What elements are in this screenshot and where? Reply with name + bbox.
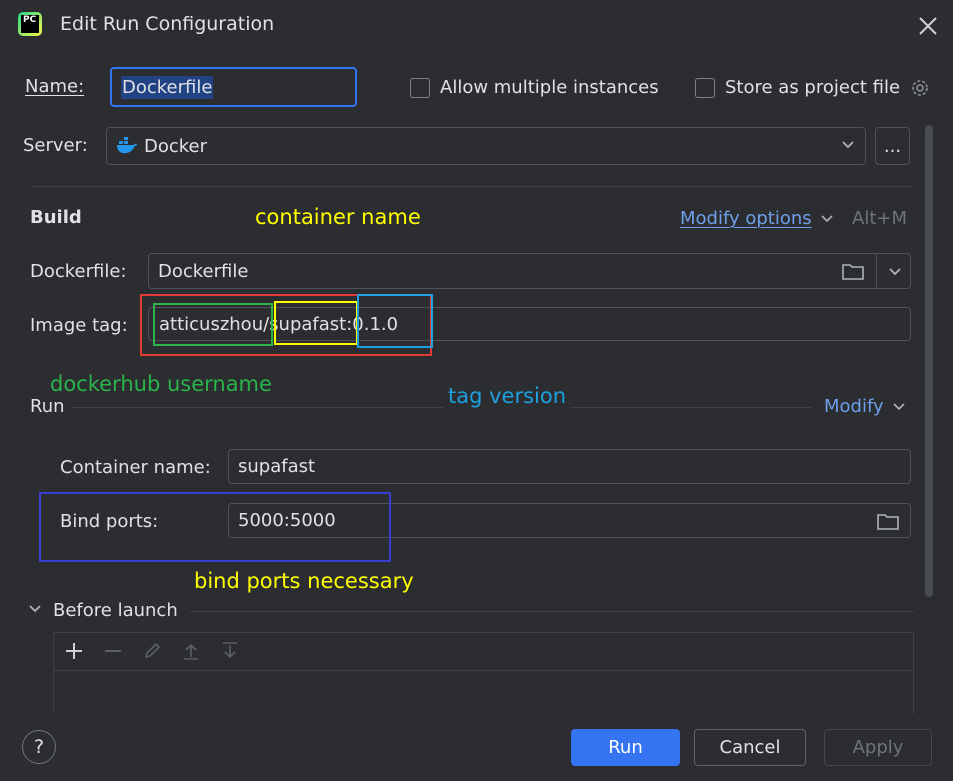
container-name-value: supafast — [238, 456, 316, 477]
modify-options-shortcut: Alt+M — [852, 208, 907, 229]
cancel-button[interactable]: Cancel — [694, 729, 806, 766]
annotation-bind-ports: bind ports necessary — [194, 569, 414, 593]
build-section-title: Build — [30, 207, 82, 228]
help-button[interactable]: ? — [22, 730, 56, 764]
bind-ports-value: 5000:5000 — [238, 510, 336, 531]
allow-multiple-checkbox[interactable] — [410, 78, 430, 98]
chevron-down-icon[interactable] — [28, 604, 42, 614]
run-section-title: Run — [30, 396, 65, 417]
name-input[interactable]: Dockerfile — [110, 67, 357, 107]
annotation-tag-version: tag version — [444, 384, 571, 408]
run-separator — [72, 407, 812, 408]
server-browse-button[interactable]: ... — [875, 127, 910, 165]
run-modify-link[interactable]: Modify — [824, 396, 905, 417]
gear-icon[interactable] — [909, 77, 931, 99]
field-divider — [876, 254, 877, 288]
remove-icon[interactable] — [103, 641, 123, 661]
image-tag-user: atticuszhou/ — [159, 313, 270, 335]
before-launch-separator — [190, 611, 914, 612]
annotation-container-name: container name — [255, 205, 421, 229]
server-label: Server: — [23, 135, 88, 156]
dockerfile-value: Dockerfile — [158, 260, 249, 282]
close-icon[interactable] — [917, 15, 939, 37]
browse-label: ... — [883, 135, 902, 157]
name-label: Name: — [25, 76, 85, 97]
chevron-down-icon — [821, 215, 833, 223]
bind-ports-input[interactable]: 5000:5000 — [228, 503, 911, 538]
chevron-down-icon[interactable] — [888, 267, 902, 277]
bind-ports-label: Bind ports: — [60, 511, 159, 532]
app-logo: PC — [18, 12, 42, 36]
chevron-down-icon — [841, 140, 855, 150]
edit-icon[interactable] — [142, 641, 162, 661]
modify-options-link[interactable]: Modify options — [680, 208, 833, 229]
dockerfile-label: Dockerfile: — [30, 261, 127, 282]
docker-icon — [116, 137, 138, 155]
modify-options-label: Modify options — [680, 208, 812, 229]
folder-icon[interactable] — [877, 512, 899, 530]
before-launch-panel — [53, 632, 914, 714]
help-icon: ? — [33, 736, 45, 758]
container-name-label: Container name: — [60, 457, 211, 478]
annotation-dockerhub-username: dockerhub username — [50, 372, 272, 396]
name-value: Dockerfile — [121, 75, 214, 99]
folder-icon[interactable] — [842, 262, 864, 280]
window-title: Edit Run Configuration — [60, 13, 275, 35]
dockerfile-input[interactable]: Dockerfile — [148, 253, 911, 289]
server-value: Docker — [144, 135, 208, 157]
move-up-icon[interactable] — [181, 641, 201, 661]
image-tag-version: 0.1.0 — [352, 313, 399, 335]
apply-button[interactable]: Apply — [824, 729, 932, 766]
image-tag-label: Image tag: — [30, 315, 128, 336]
apply-button-label: Apply — [852, 737, 904, 758]
cancel-button-label: Cancel — [719, 737, 781, 758]
store-project-checkbox[interactable] — [695, 78, 715, 98]
chevron-down-icon — [893, 403, 905, 411]
container-name-input[interactable]: supafast — [228, 449, 911, 484]
run-button-label: Run — [608, 737, 643, 758]
run-modify-label: Modify — [824, 396, 884, 417]
before-launch-label[interactable]: Before launch — [53, 600, 178, 621]
before-launch-toolbar — [54, 633, 913, 671]
allow-multiple-label: Allow multiple instances — [440, 77, 659, 98]
add-icon[interactable] — [64, 641, 84, 661]
scrollbar[interactable] — [925, 125, 933, 597]
server-select[interactable]: Docker — [106, 127, 866, 165]
logo-text: PC — [23, 15, 37, 25]
store-project-label: Store as project file — [725, 77, 901, 98]
move-down-icon[interactable] — [220, 641, 240, 661]
run-button[interactable]: Run — [571, 729, 680, 766]
divider — [30, 186, 913, 187]
image-tag-input[interactable]: atticuszhou/ supafast: 0.1.0 — [148, 307, 911, 341]
image-tag-repo: supafast: — [269, 313, 353, 335]
